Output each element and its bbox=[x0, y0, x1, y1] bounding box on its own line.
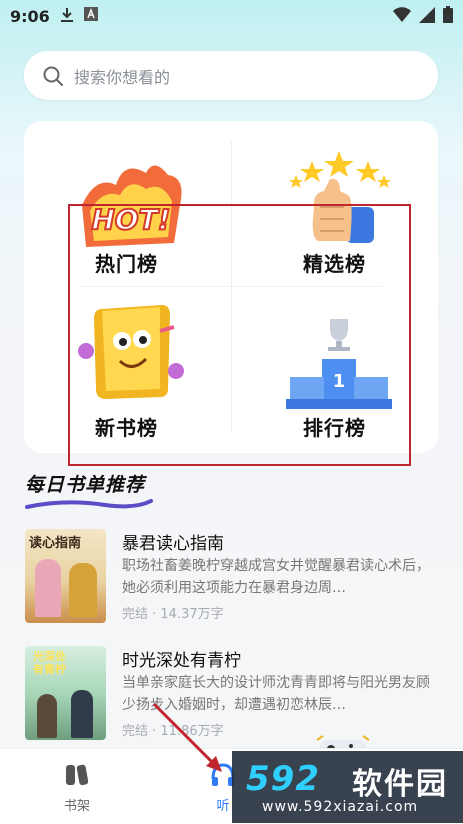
section-title-text: 每日书单推荐 bbox=[25, 474, 146, 496]
book-item[interactable]: 光深处有青柠 时光深处有青柠 当单亲家庭长大的设计师沈青青即将与阳光男友顾少扬步… bbox=[25, 646, 439, 740]
search-icon bbox=[43, 66, 63, 86]
status-time: 9:06 bbox=[10, 7, 50, 26]
status-left-icons bbox=[60, 7, 98, 23]
watermark-url: www.592xiazai.com bbox=[262, 799, 419, 815]
watermark-name: 软件园 bbox=[352, 767, 448, 802]
status-bar: 9:06 bbox=[0, 0, 463, 32]
search-bar[interactable]: 搜索你想看的 bbox=[24, 51, 438, 100]
book-cover-title: 光深处有青柠 bbox=[33, 650, 66, 676]
search-placeholder: 搜索你想看的 bbox=[74, 67, 171, 87]
book-cover-art bbox=[69, 563, 97, 617]
tab-bookshelf[interactable]: 书架 bbox=[47, 761, 107, 814]
book-meta: 完结 · 14.37万字 bbox=[122, 607, 224, 622]
highlight-box bbox=[68, 204, 411, 466]
book-cover-art bbox=[37, 694, 57, 738]
book-description: 职场社畜姜晚柠穿越成宫女并觉醒暴君读心术后，她必须利用这项能力在暴君身边周… bbox=[122, 558, 430, 596]
book-item[interactable]: 读心指南 暴君读心指南 职场社畜姜晚柠穿越成宫女并觉醒暴君读心术后，她必须利用这… bbox=[25, 529, 439, 623]
book-title: 暴君读心指南 bbox=[122, 534, 224, 554]
download-icon bbox=[61, 8, 73, 22]
a-notification-icon bbox=[84, 7, 98, 21]
wifi-icon bbox=[393, 6, 411, 22]
watermark-brand: 592 bbox=[246, 759, 320, 799]
book-cover-art bbox=[35, 559, 61, 617]
underline-swoosh-icon bbox=[25, 499, 153, 509]
signal-icon bbox=[419, 6, 435, 23]
section-title: 每日书单推荐 bbox=[25, 470, 155, 511]
book-cover: 光深处有青柠 bbox=[25, 646, 106, 740]
book-cover: 读心指南 bbox=[25, 529, 106, 623]
status-right-icons bbox=[393, 6, 453, 23]
battery-icon bbox=[443, 6, 453, 23]
book-cover-title: 读心指南 bbox=[29, 536, 82, 551]
watermark: 592 软件园 www.592xiazai.com bbox=[232, 751, 463, 823]
tab-bookshelf-label: 书架 bbox=[63, 799, 90, 814]
book-cover-art bbox=[71, 690, 93, 738]
arrow-annotation-icon bbox=[152, 702, 222, 772]
bookshelf-icon bbox=[66, 764, 89, 786]
book-title: 时光深处有青柠 bbox=[122, 651, 241, 671]
